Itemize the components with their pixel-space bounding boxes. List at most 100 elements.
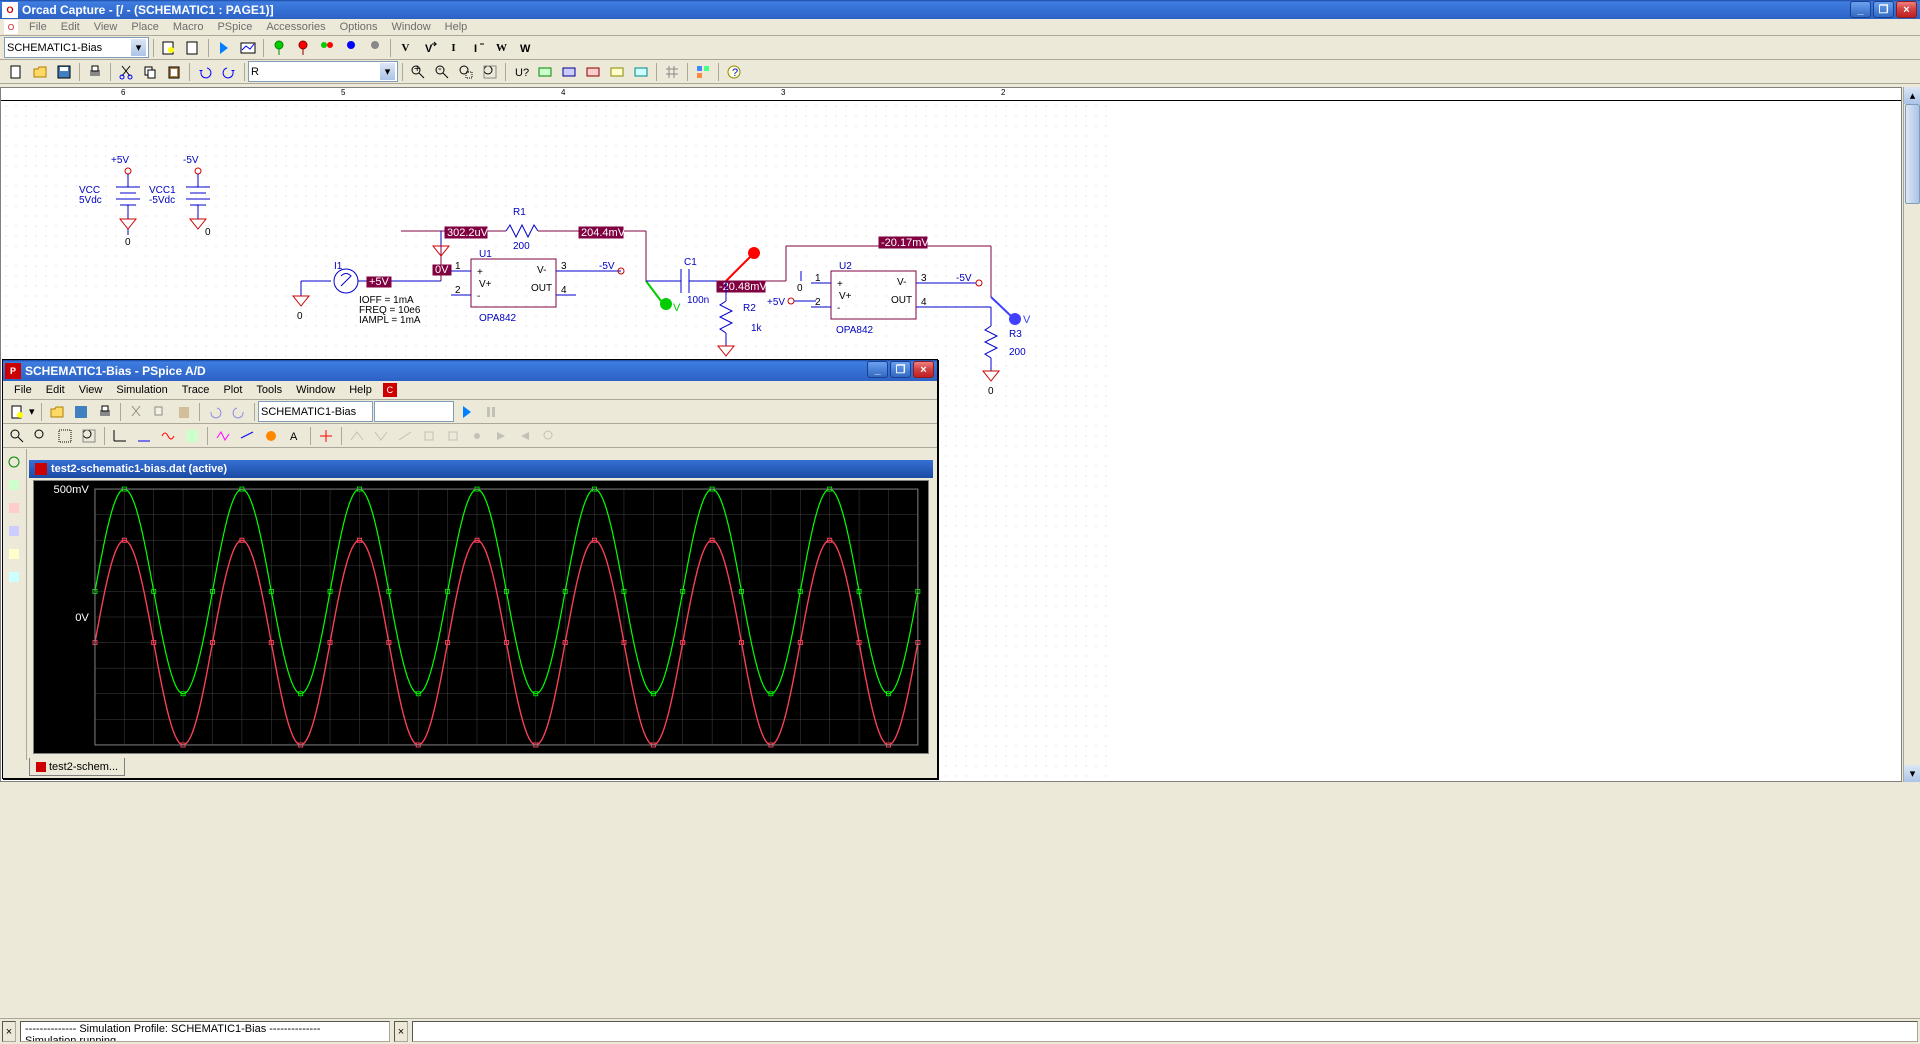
close-button[interactable]: × xyxy=(1896,1,1917,18)
new-icon[interactable] xyxy=(4,61,27,82)
back-annotate-icon[interactable] xyxy=(533,61,556,82)
r1-resistor[interactable]: R1 200 xyxy=(506,207,538,252)
zoom-in-icon[interactable] xyxy=(5,425,28,446)
bias-v-button[interactable]: V xyxy=(394,37,417,58)
vcc-source[interactable]: +5V VCC 5Vdc 0 xyxy=(79,155,140,248)
pspice-menu-plot[interactable]: Plot xyxy=(216,383,249,397)
pspice-menu-file[interactable]: File xyxy=(7,383,39,397)
pspice-run-icon[interactable] xyxy=(455,401,478,422)
status-close2-icon[interactable]: × xyxy=(394,1021,408,1042)
drc-icon[interactable] xyxy=(557,61,580,82)
bom-icon[interactable] xyxy=(629,61,652,82)
pspice-copy-icon[interactable] xyxy=(148,401,171,422)
menu-options[interactable]: Options xyxy=(333,20,385,34)
status-close-icon[interactable]: × xyxy=(2,1021,16,1042)
netlist-view-icon[interactable] xyxy=(3,474,24,495)
menu-accessories[interactable]: Accessories xyxy=(259,20,332,34)
plot-tab[interactable]: test2-schem... xyxy=(29,758,125,776)
pspice-maximize-button[interactable]: ❐ xyxy=(890,361,911,378)
vcc1-source[interactable]: -5V VCC1 -5Vdc 0 xyxy=(149,155,211,238)
vertical-scrollbar[interactable]: ▴ ▾ xyxy=(1903,87,1920,782)
menu-view[interactable]: View xyxy=(87,20,125,34)
pspice-menu-edit[interactable]: Edit xyxy=(39,383,72,397)
zoom-area-icon[interactable] xyxy=(454,61,477,82)
pspice-cut-icon[interactable] xyxy=(124,401,147,422)
pspice-print-icon[interactable] xyxy=(93,401,116,422)
plot-canvas[interactable]: 500mV0V xyxy=(33,480,929,754)
pspice-menu-trace[interactable]: Trace xyxy=(175,383,217,397)
zoom-fit-icon[interactable] xyxy=(478,61,501,82)
pspice-menu-window[interactable]: Window xyxy=(289,383,342,397)
bias-i-sub-icon[interactable]: I xyxy=(466,37,489,58)
pspice-menu-view[interactable]: View xyxy=(72,383,110,397)
zoom-out-icon[interactable]: - xyxy=(430,61,453,82)
zoom-in-icon[interactable]: + xyxy=(406,61,429,82)
run-icon[interactable] xyxy=(212,37,235,58)
log-y-icon[interactable] xyxy=(132,425,155,446)
menu-pspice[interactable]: PSpice xyxy=(210,20,259,34)
menu-help[interactable]: Help xyxy=(438,20,475,34)
schematic-view-icon[interactable] xyxy=(3,451,24,472)
devices-view-icon[interactable] xyxy=(3,566,24,587)
cut-icon[interactable] xyxy=(114,61,137,82)
pspice-window[interactable]: P SCHEMATIC1-Bias - PSpice A/D _ ❐ × Fil… xyxy=(2,359,938,779)
fft-icon[interactable] xyxy=(156,425,179,446)
log-x-icon[interactable] xyxy=(108,425,131,446)
minimize-button[interactable]: _ xyxy=(1850,1,1871,18)
eval-goal-icon[interactable] xyxy=(235,425,258,446)
bias-i-button[interactable]: I xyxy=(442,37,465,58)
annotate-icon[interactable]: U? xyxy=(509,61,532,82)
zoom-fit-icon[interactable] xyxy=(77,425,100,446)
power-marker-icon[interactable] xyxy=(339,37,362,58)
open-icon[interactable] xyxy=(28,61,51,82)
pspice-empty-combo[interactable] xyxy=(374,401,454,422)
cursor-icon[interactable] xyxy=(314,425,337,446)
edit-sim-icon[interactable] xyxy=(181,37,204,58)
bias-v-sub-icon[interactable]: V xyxy=(418,37,441,58)
diff-marker-icon[interactable] xyxy=(315,37,338,58)
menu-place[interactable]: Place xyxy=(124,20,166,34)
menu-macro[interactable]: Macro xyxy=(166,20,211,34)
pspice-profile-combo[interactable]: SCHEMATIC1-Bias xyxy=(258,401,373,422)
advanced-marker-icon[interactable] xyxy=(363,37,386,58)
pspice-paste-icon[interactable] xyxy=(172,401,195,422)
part-combo[interactable]: R ▾ xyxy=(248,61,398,82)
undo-icon[interactable] xyxy=(193,61,216,82)
view-results-icon[interactable] xyxy=(236,37,259,58)
i1-source[interactable]: 0 I1 IOFF = 1mA FREQ = 10e6 IAMPL = 1mA … xyxy=(293,261,441,326)
scrollbar-thumb[interactable] xyxy=(1905,104,1920,204)
current-marker-icon[interactable] xyxy=(291,37,314,58)
pspice-redo-icon[interactable] xyxy=(227,401,250,422)
redo-icon[interactable] xyxy=(217,61,240,82)
u2-opamp[interactable]: U2 1 2 3 4 + - V+ V- OUT OPA842 -5V xyxy=(811,261,982,336)
pspice-menu-simulation[interactable]: Simulation xyxy=(109,383,174,397)
zoom-out-icon[interactable] xyxy=(29,425,52,446)
menu-edit[interactable]: Edit xyxy=(54,20,87,34)
text-icon[interactable]: A xyxy=(283,425,306,446)
profile-combo[interactable]: SCHEMATIC1-Bias ▾ xyxy=(4,37,149,58)
pspice-minimize-button[interactable]: _ xyxy=(867,361,888,378)
pspice-save-icon[interactable] xyxy=(69,401,92,422)
trace-add-icon[interactable] xyxy=(211,425,234,446)
u1-opamp[interactable]: U1 1 2 3 4 + - V+ V- OUT OPA842 -5V xyxy=(451,249,624,324)
bias-w-sub-icon[interactable]: W xyxy=(514,37,537,58)
perf-icon[interactable] xyxy=(180,425,203,446)
scroll-down-icon[interactable]: ▾ xyxy=(1904,765,1920,782)
print-icon[interactable] xyxy=(83,61,106,82)
pspice-open-icon[interactable] xyxy=(45,401,68,422)
help-icon[interactable]: ? xyxy=(722,61,745,82)
project-mgr-icon[interactable] xyxy=(691,61,714,82)
plot-titlebar[interactable]: test2-schematic1-bias.dat (active) xyxy=(29,460,933,478)
snap-grid-icon[interactable] xyxy=(660,61,683,82)
paste-icon[interactable] xyxy=(162,61,185,82)
marker-icon[interactable] xyxy=(259,425,282,446)
pspice-new-icon[interactable] xyxy=(5,401,28,422)
cross-ref-icon[interactable] xyxy=(605,61,628,82)
pspice-menu-tools[interactable]: Tools xyxy=(249,383,289,397)
pspice-pause-icon[interactable] xyxy=(479,401,502,422)
pspice-help-icon[interactable]: C xyxy=(383,383,397,397)
save-icon[interactable] xyxy=(52,61,75,82)
menu-window[interactable]: Window xyxy=(385,20,438,34)
bias-w-button[interactable]: W xyxy=(490,37,513,58)
copy-icon[interactable] xyxy=(138,61,161,82)
